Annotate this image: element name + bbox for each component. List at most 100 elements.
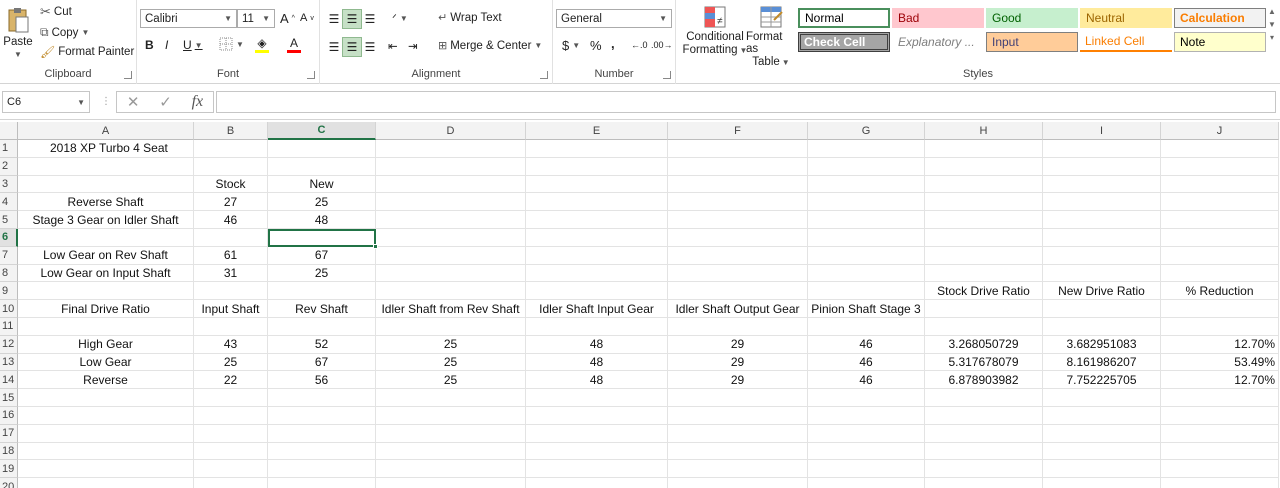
cell-a8[interactable]: Low Gear on Input Shaft [18,264,194,283]
decrease-indent-button[interactable]: ⇤ [388,39,398,53]
cell-j14[interactable]: 12.70% [1161,371,1279,390]
styles-gallery-scroll[interactable]: ▲ ▼ ▾ [1268,7,1276,42]
cell-d10[interactable]: Idler Shaft from Rev Shaft [376,300,526,318]
cell-e8[interactable] [526,264,668,283]
cell-h14[interactable]: 6.878903982 [925,371,1043,390]
cell-f19[interactable] [668,460,808,479]
row-header-19[interactable]: 19 [0,460,18,479]
align-bottom-button[interactable]: ☰ [360,9,380,29]
cell-i18[interactable] [1043,442,1161,461]
font-size-select[interactable]: 11 ▼ [237,9,275,28]
cell-f7[interactable] [668,246,808,265]
cell-c5[interactable]: 48 [268,211,376,229]
cell-g1[interactable] [808,140,925,158]
cell-a11[interactable] [18,318,194,336]
clipboard-launcher-icon[interactable] [124,71,132,79]
cell-c11[interactable] [268,318,376,336]
cell-a4[interactable]: Reverse Shaft [18,193,194,212]
cell-g5[interactable] [808,211,925,229]
cell-e4[interactable] [526,193,668,212]
cell-d17[interactable] [376,424,526,443]
cell-b9[interactable] [194,282,268,301]
cell-f4[interactable] [668,193,808,212]
cell-e16[interactable] [526,407,668,425]
column-header-d[interactable]: D [376,122,526,140]
cell-style-neutral[interactable]: Neutral [1080,8,1172,28]
enter-icon[interactable]: ✓ [159,93,172,111]
gallery-more-icon[interactable]: ▾ [1270,33,1274,42]
cell-a16[interactable] [18,407,194,425]
cell-c15[interactable] [268,389,376,407]
cell-style-good[interactable]: Good [986,8,1078,28]
cell-b3[interactable]: Stock [194,175,268,194]
cell-h1[interactable] [925,140,1043,158]
cell-e18[interactable] [526,442,668,461]
row-header-3[interactable]: 3 [0,175,18,194]
cell-c18[interactable] [268,442,376,461]
cell-d3[interactable] [376,175,526,194]
cell-f12[interactable]: 29 [668,335,808,354]
cell-j10[interactable] [1161,300,1279,318]
cell-c10[interactable]: Rev Shaft [268,300,376,318]
cell-h20[interactable] [925,478,1043,488]
row-header-4[interactable]: 4 [0,193,18,212]
cell-a15[interactable] [18,389,194,407]
cell-d18[interactable] [376,442,526,461]
cell-g6[interactable] [808,229,925,247]
cell-j2[interactable] [1161,157,1279,176]
borders-button[interactable]: ▼ [219,37,244,51]
cell-i10[interactable] [1043,300,1161,318]
align-middle-button[interactable]: ☰ [342,9,362,29]
cell-d20[interactable] [376,478,526,488]
cell-b11[interactable] [194,318,268,336]
cell-j18[interactable] [1161,442,1279,461]
cell-g3[interactable] [808,175,925,194]
cell-d9[interactable] [376,282,526,301]
name-box[interactable]: C6 ▼ [2,91,90,113]
cell-j12[interactable]: 12.70% [1161,335,1279,354]
cell-f16[interactable] [668,407,808,425]
row-header-13[interactable]: 13 [0,353,18,372]
cell-e1[interactable] [526,140,668,158]
cell-j8[interactable] [1161,264,1279,283]
cancel-icon[interactable]: ✕ [127,93,140,111]
cell-b6[interactable] [194,229,268,247]
cell-h15[interactable] [925,389,1043,407]
cell-f11[interactable] [668,318,808,336]
cell-a3[interactable] [18,175,194,194]
cell-style-check-cell[interactable]: Check Cell [798,32,890,52]
cell-style-bad[interactable]: Bad [892,8,984,28]
cell-i7[interactable] [1043,246,1161,265]
cell-c8[interactable]: 25 [268,264,376,283]
comma-style-button[interactable]: , [611,36,615,51]
row-header-1[interactable]: 1 [0,140,18,158]
cell-d13[interactable]: 25 [376,353,526,372]
cell-f17[interactable] [668,424,808,443]
cell-e6[interactable] [526,229,668,247]
cell-f3[interactable] [668,175,808,194]
cell-d14[interactable]: 25 [376,371,526,390]
cell-g2[interactable] [808,157,925,176]
cell-g17[interactable] [808,424,925,443]
cell-b12[interactable]: 43 [194,335,268,354]
cell-g15[interactable] [808,389,925,407]
cell-a1[interactable]: 2018 XP Turbo 4 Seat [18,140,194,158]
fill-color-button[interactable]: ◈ [255,36,269,53]
row-header-20[interactable]: 20 [0,478,18,488]
cell-f20[interactable] [668,478,808,488]
cell-h18[interactable] [925,442,1043,461]
cell-h13[interactable]: 5.317678079 [925,353,1043,372]
fill-handle[interactable] [373,243,378,249]
cell-i11[interactable] [1043,318,1161,336]
cell-b20[interactable] [194,478,268,488]
cell-j9[interactable]: % Reduction [1161,282,1279,301]
cell-g19[interactable] [808,460,925,479]
cell-d19[interactable] [376,460,526,479]
cell-i13[interactable]: 8.161986207 [1043,353,1161,372]
cell-style-explanatory[interactable]: Explanatory ... [892,32,984,52]
row-header-9[interactable]: 9 [0,282,18,301]
grow-font-button[interactable]: A ^ [280,11,295,26]
cell-d12[interactable]: 25 [376,335,526,354]
cell-j1[interactable] [1161,140,1279,158]
cell-c16[interactable] [268,407,376,425]
